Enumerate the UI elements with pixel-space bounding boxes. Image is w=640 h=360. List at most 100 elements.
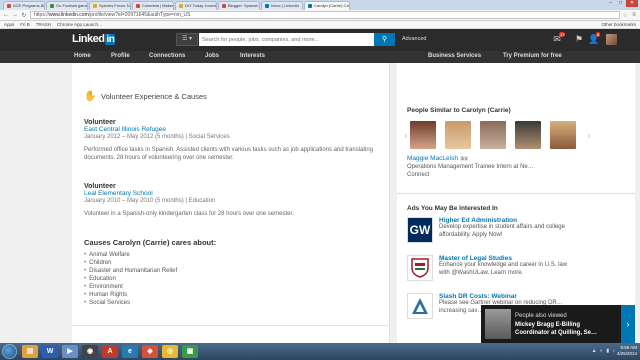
cause-item: Education — [84, 275, 216, 283]
entry-description: Volunteer in a Spanish-only kindergarten… — [84, 211, 294, 217]
notifications-flag-icon[interactable]: ⚑ — [573, 34, 585, 44]
entry-dates: January 2012 – May 2012 (5 months) | Soc… — [84, 134, 230, 140]
ad-text: Enhance your knowledge and career in U.S… — [439, 262, 568, 276]
nav-business-services[interactable]: Business Services — [428, 53, 481, 59]
window-controls: – □ ✕ — [606, 0, 638, 7]
cause-item: Children — [84, 259, 216, 267]
bookmarks-bar: Apps Fri B TRASH Chrome App Launch… Othe… — [0, 21, 640, 29]
windows-taskbar: ▤ W ▶ ◉ A e ◆ ◎ ▣ ▲ ◐ ▮ ♪ 9:59 AM 4/25/2… — [0, 343, 640, 360]
logo-text: Linked — [72, 33, 105, 45]
browser-tab[interactable]: ACE Programs Br… — [3, 1, 45, 10]
chevron-right-icon[interactable]: › — [585, 131, 593, 140]
entry-org-link[interactable]: Leal Elementary School — [84, 190, 374, 197]
bookmark-item[interactable]: Apps — [4, 22, 14, 27]
other-bookmarks[interactable]: Other bookmarks — [601, 22, 636, 27]
chevron-right-icon[interactable]: › — [621, 305, 635, 343]
forward-icon[interactable]: → — [12, 12, 18, 18]
nav-connections[interactable]: Connections — [149, 53, 185, 59]
favicon-icon — [265, 4, 269, 8]
causes-list: Animal Welfare Children Disaster and Hum… — [84, 251, 216, 307]
clock-date: 4/25/2014 — [616, 351, 637, 356]
page-content: ✋ Volunteer Experience & Causes Voluntee… — [72, 63, 635, 343]
search-category-select[interactable]: ☰ ▾ — [176, 33, 198, 46]
entry-title: Volunteer — [84, 119, 116, 126]
app-icon[interactable]: ▣ — [182, 345, 198, 358]
minimize-icon[interactable]: – — [606, 0, 615, 7]
browser-tab-active[interactable]: Carolyn (Carrie) Cassidy… — [304, 1, 350, 10]
gartner-logo-icon — [407, 293, 433, 319]
search-button[interactable]: ⚲ — [374, 33, 395, 46]
browser-tab[interactable]: Inbox | LinkedIn — [261, 1, 303, 10]
causes-section: Causes Carolyn (Carrie) cares about: Ani… — [84, 238, 216, 307]
explorer-icon[interactable]: ▤ — [22, 345, 38, 358]
app-icon[interactable]: ◉ — [82, 345, 98, 358]
causes-title: Causes Carolyn (Carrie) cares about: — [84, 238, 217, 247]
reload-icon[interactable]: ↻ — [21, 12, 27, 19]
word-icon[interactable]: W — [42, 345, 58, 358]
tab-title: Species Focus Topics fo… — [99, 3, 131, 8]
chrome-icon[interactable]: ◎ — [162, 345, 178, 358]
browser-tab[interactable]: Go Football game list ea… — [46, 1, 88, 10]
back-icon[interactable]: ← — [3, 12, 9, 18]
nav-try-premium[interactable]: Try Premium for free — [503, 53, 562, 59]
tab-title: ACE Programs Br… — [13, 3, 44, 8]
person-photo[interactable] — [550, 121, 576, 149]
menu-icon[interactable]: ≡ — [631, 12, 637, 18]
linkedin-logo[interactable]: Linked in — [72, 33, 116, 45]
cause-item: Social Services — [84, 299, 216, 307]
person-photo[interactable] — [445, 121, 471, 149]
bookmark-item[interactable]: Chrome App Launch… — [57, 22, 103, 27]
browser-tab[interactable]: Colombia | Makerspace C… — [132, 1, 174, 10]
entry-org-link[interactable]: East Central Illinois Refugee — [84, 126, 374, 133]
nav-home[interactable]: Home — [74, 53, 91, 59]
nav-interests[interactable]: Interests — [240, 53, 265, 59]
search-input[interactable] — [199, 33, 374, 46]
connect-link[interactable]: Connect — [407, 172, 429, 178]
ie-icon[interactable]: e — [122, 345, 138, 358]
degree-badge: 3rd — [459, 155, 469, 161]
main-nav: Home Profile Connections Jobs Interests … — [0, 51, 640, 63]
acrobat-icon[interactable]: A — [102, 345, 118, 358]
chevron-left-icon[interactable]: ‹ — [402, 131, 410, 140]
section-header: ✋ Volunteer Experience & Causes — [84, 91, 207, 102]
close-icon[interactable]: ✕ — [626, 0, 638, 7]
ad-title[interactable]: Higher Ed Administration — [439, 217, 569, 224]
app-icon[interactable]: ◆ — [142, 345, 158, 358]
advanced-search-link[interactable]: Advanced — [402, 36, 426, 42]
browser-tab[interactable]: Species Focus Topics fo… — [89, 1, 131, 10]
person-photo[interactable] — [410, 121, 436, 149]
bookmark-star-icon[interactable]: ☆ — [623, 12, 628, 19]
similar-people-title: People Similar to Carolyn (Carrie) — [407, 107, 511, 114]
person-photo[interactable] — [480, 121, 506, 149]
similar-person-name[interactable]: Maggie MacLeish 3rd — [407, 155, 469, 162]
avatar[interactable] — [606, 34, 617, 45]
person-name[interactable]: Maggie MacLeish — [407, 155, 458, 162]
nav-profile[interactable]: Profile — [111, 53, 130, 59]
bookmark-item[interactable]: TRASH — [36, 22, 51, 27]
people-also-viewed-popup[interactable]: People also viewed Mickey Bragg E-Billin… — [481, 305, 635, 343]
browser-tab[interactable]: Blogger: Spanish El Blog… — [218, 1, 260, 10]
browser-tab-strip: ACE Programs Br… Go Football game list e… — [0, 0, 640, 10]
start-button[interactable] — [2, 344, 17, 359]
system-tray-icons[interactable]: ▲ ◐ ▮ ♪ — [592, 348, 616, 354]
url-input[interactable]: https://www.linkedin.com/profile/view?id… — [30, 11, 620, 19]
browser-tab[interactable]: DIY Today Journal – Cam… — [175, 1, 217, 10]
maximize-icon[interactable]: □ — [616, 0, 625, 7]
popup-person-name[interactable]: Mickey Bragg E-Billing — [515, 322, 580, 328]
ad-item[interactable]: GW Higher Ed Administration Develop expe… — [407, 217, 569, 243]
person-photo[interactable] — [515, 121, 541, 149]
cause-item: Human Rights — [84, 291, 216, 299]
tab-title: DIY Today Journal – Cam… — [185, 3, 217, 8]
volunteer-entry: Volunteer East Central Illinois Refugee … — [84, 119, 374, 162]
system-clock[interactable]: 9:59 AM 4/25/2014 — [617, 345, 637, 357]
logo-in: in — [105, 34, 116, 45]
nav-jobs[interactable]: Jobs — [205, 53, 219, 59]
ad-item[interactable]: Master of Legal Studies Enhance your kno… — [407, 255, 569, 281]
ad-text: Develop expertise in student affairs and… — [439, 224, 565, 238]
cause-item: Disaster and Humanitarian Relief — [84, 267, 216, 275]
ad-title[interactable]: Slash DR Costs: Webinar — [439, 293, 569, 300]
bookmark-item[interactable]: Fri B — [20, 22, 30, 27]
messages-badge: 17 — [559, 32, 566, 37]
ad-title[interactable]: Master of Legal Studies — [439, 255, 569, 262]
media-icon[interactable]: ▶ — [62, 345, 78, 358]
